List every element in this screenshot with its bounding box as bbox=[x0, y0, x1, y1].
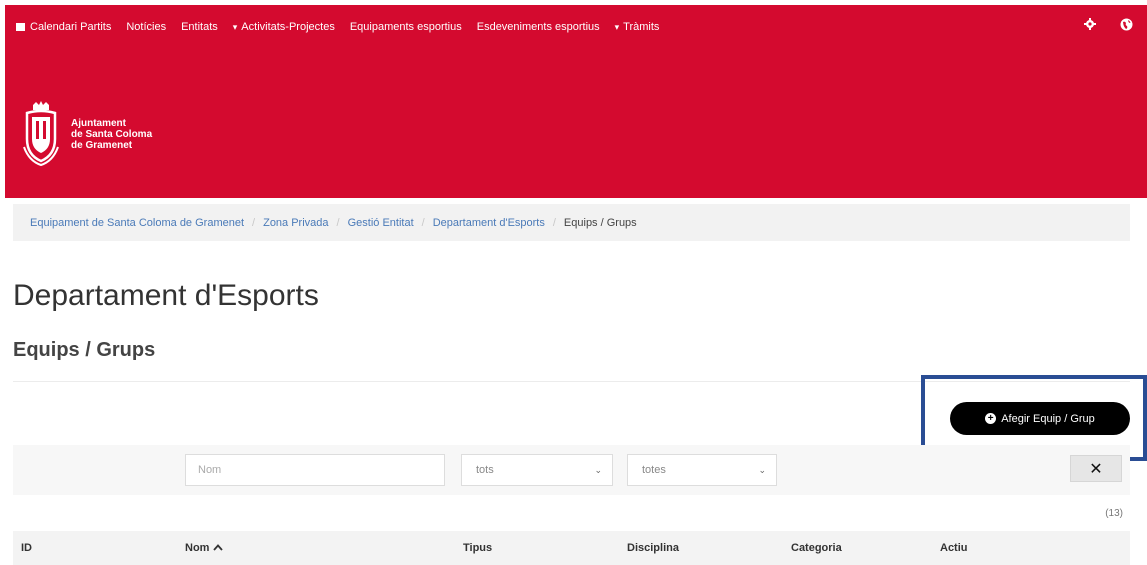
nav-item-esdeveniments-esportius[interactable]: Esdeveniments esportius bbox=[477, 21, 600, 33]
page-title: Departament d'Esports bbox=[13, 279, 319, 312]
top-navigation: Calendari Partits Notícies Entitats ▾ Ac… bbox=[5, 17, 1147, 37]
column-header-tipus[interactable]: Tipus bbox=[463, 542, 492, 554]
disciplina-select[interactable]: totes ⌄ bbox=[627, 454, 777, 486]
nav-item-noticies[interactable]: Notícies bbox=[126, 21, 166, 33]
breadcrumb-separator: / bbox=[252, 216, 256, 229]
site-header: Calendari Partits Notícies Entitats ▾ Ac… bbox=[5, 5, 1147, 198]
gear-icon[interactable] bbox=[1083, 17, 1097, 31]
nav-item-activitats-projectes[interactable]: ▾ Activitats-Projectes bbox=[233, 21, 335, 33]
caret-down-icon: ▾ bbox=[232, 21, 238, 32]
breadcrumb-item-gestio-entitat[interactable]: Gestió Entitat bbox=[348, 217, 414, 229]
column-header-actiu[interactable]: Actiu bbox=[940, 542, 968, 554]
close-icon: ✕ bbox=[1089, 460, 1103, 478]
municipality-logo[interactable]: Ajuntament de Santa Coloma de Gramenet bbox=[23, 101, 152, 167]
column-header-nom[interactable]: Nom bbox=[185, 542, 224, 554]
column-header-id[interactable]: ID bbox=[21, 542, 32, 554]
page-subtitle: Equips / Grups bbox=[13, 339, 156, 361]
filter-row: tots ⌄ totes ⌄ ✕ bbox=[13, 445, 1130, 495]
divider bbox=[13, 381, 1130, 382]
breadcrumb: Equipament de Santa Coloma de Gramenet /… bbox=[13, 204, 1130, 241]
result-count: (13) bbox=[1105, 508, 1123, 519]
coat-of-arms-icon bbox=[23, 101, 59, 167]
sort-ascending-icon bbox=[213, 542, 224, 554]
square-icon bbox=[16, 23, 25, 31]
nav-item-tramits[interactable]: ▾ Tràmits bbox=[615, 21, 660, 33]
table-header: ID Nom Tipus Disciplina Categoria Actiu bbox=[13, 531, 1130, 565]
caret-down-icon: ▾ bbox=[614, 21, 620, 32]
nav-item-entitats[interactable]: Entitats bbox=[181, 21, 218, 33]
globe-icon[interactable] bbox=[1119, 17, 1133, 31]
plus-circle-icon: + bbox=[985, 413, 997, 424]
column-header-disciplina[interactable]: Disciplina bbox=[627, 542, 679, 554]
nav-right-icons bbox=[1083, 17, 1133, 31]
name-filter-input[interactable] bbox=[185, 454, 445, 486]
breadcrumb-separator: / bbox=[336, 216, 340, 229]
breadcrumb-item-equipament[interactable]: Equipament de Santa Coloma de Gramenet bbox=[30, 217, 244, 229]
chevron-down-icon: ⌄ bbox=[594, 464, 602, 475]
chevron-down-icon: ⌄ bbox=[758, 464, 766, 475]
breadcrumb-current: Equips / Grups bbox=[563, 216, 637, 229]
breadcrumb-item-zona-privada[interactable]: Zona Privada bbox=[263, 217, 328, 229]
breadcrumb-item-departament[interactable]: Departament d'Esports bbox=[433, 217, 545, 229]
nav-item-equipaments-esportius[interactable]: Equipaments esportius bbox=[350, 21, 462, 33]
breadcrumb-separator: / bbox=[421, 216, 425, 229]
nav-item-calendari-partits[interactable]: Calendari Partits bbox=[16, 21, 111, 33]
clear-filters-button[interactable]: ✕ bbox=[1070, 455, 1122, 482]
column-header-categoria[interactable]: Categoria bbox=[791, 542, 842, 554]
logo-text: Ajuntament de Santa Coloma de Gramenet bbox=[71, 117, 153, 151]
add-team-button[interactable]: + Afegir Equip / Grup bbox=[950, 402, 1130, 435]
tipus-select[interactable]: tots ⌄ bbox=[461, 454, 613, 486]
breadcrumb-separator: / bbox=[552, 216, 556, 229]
